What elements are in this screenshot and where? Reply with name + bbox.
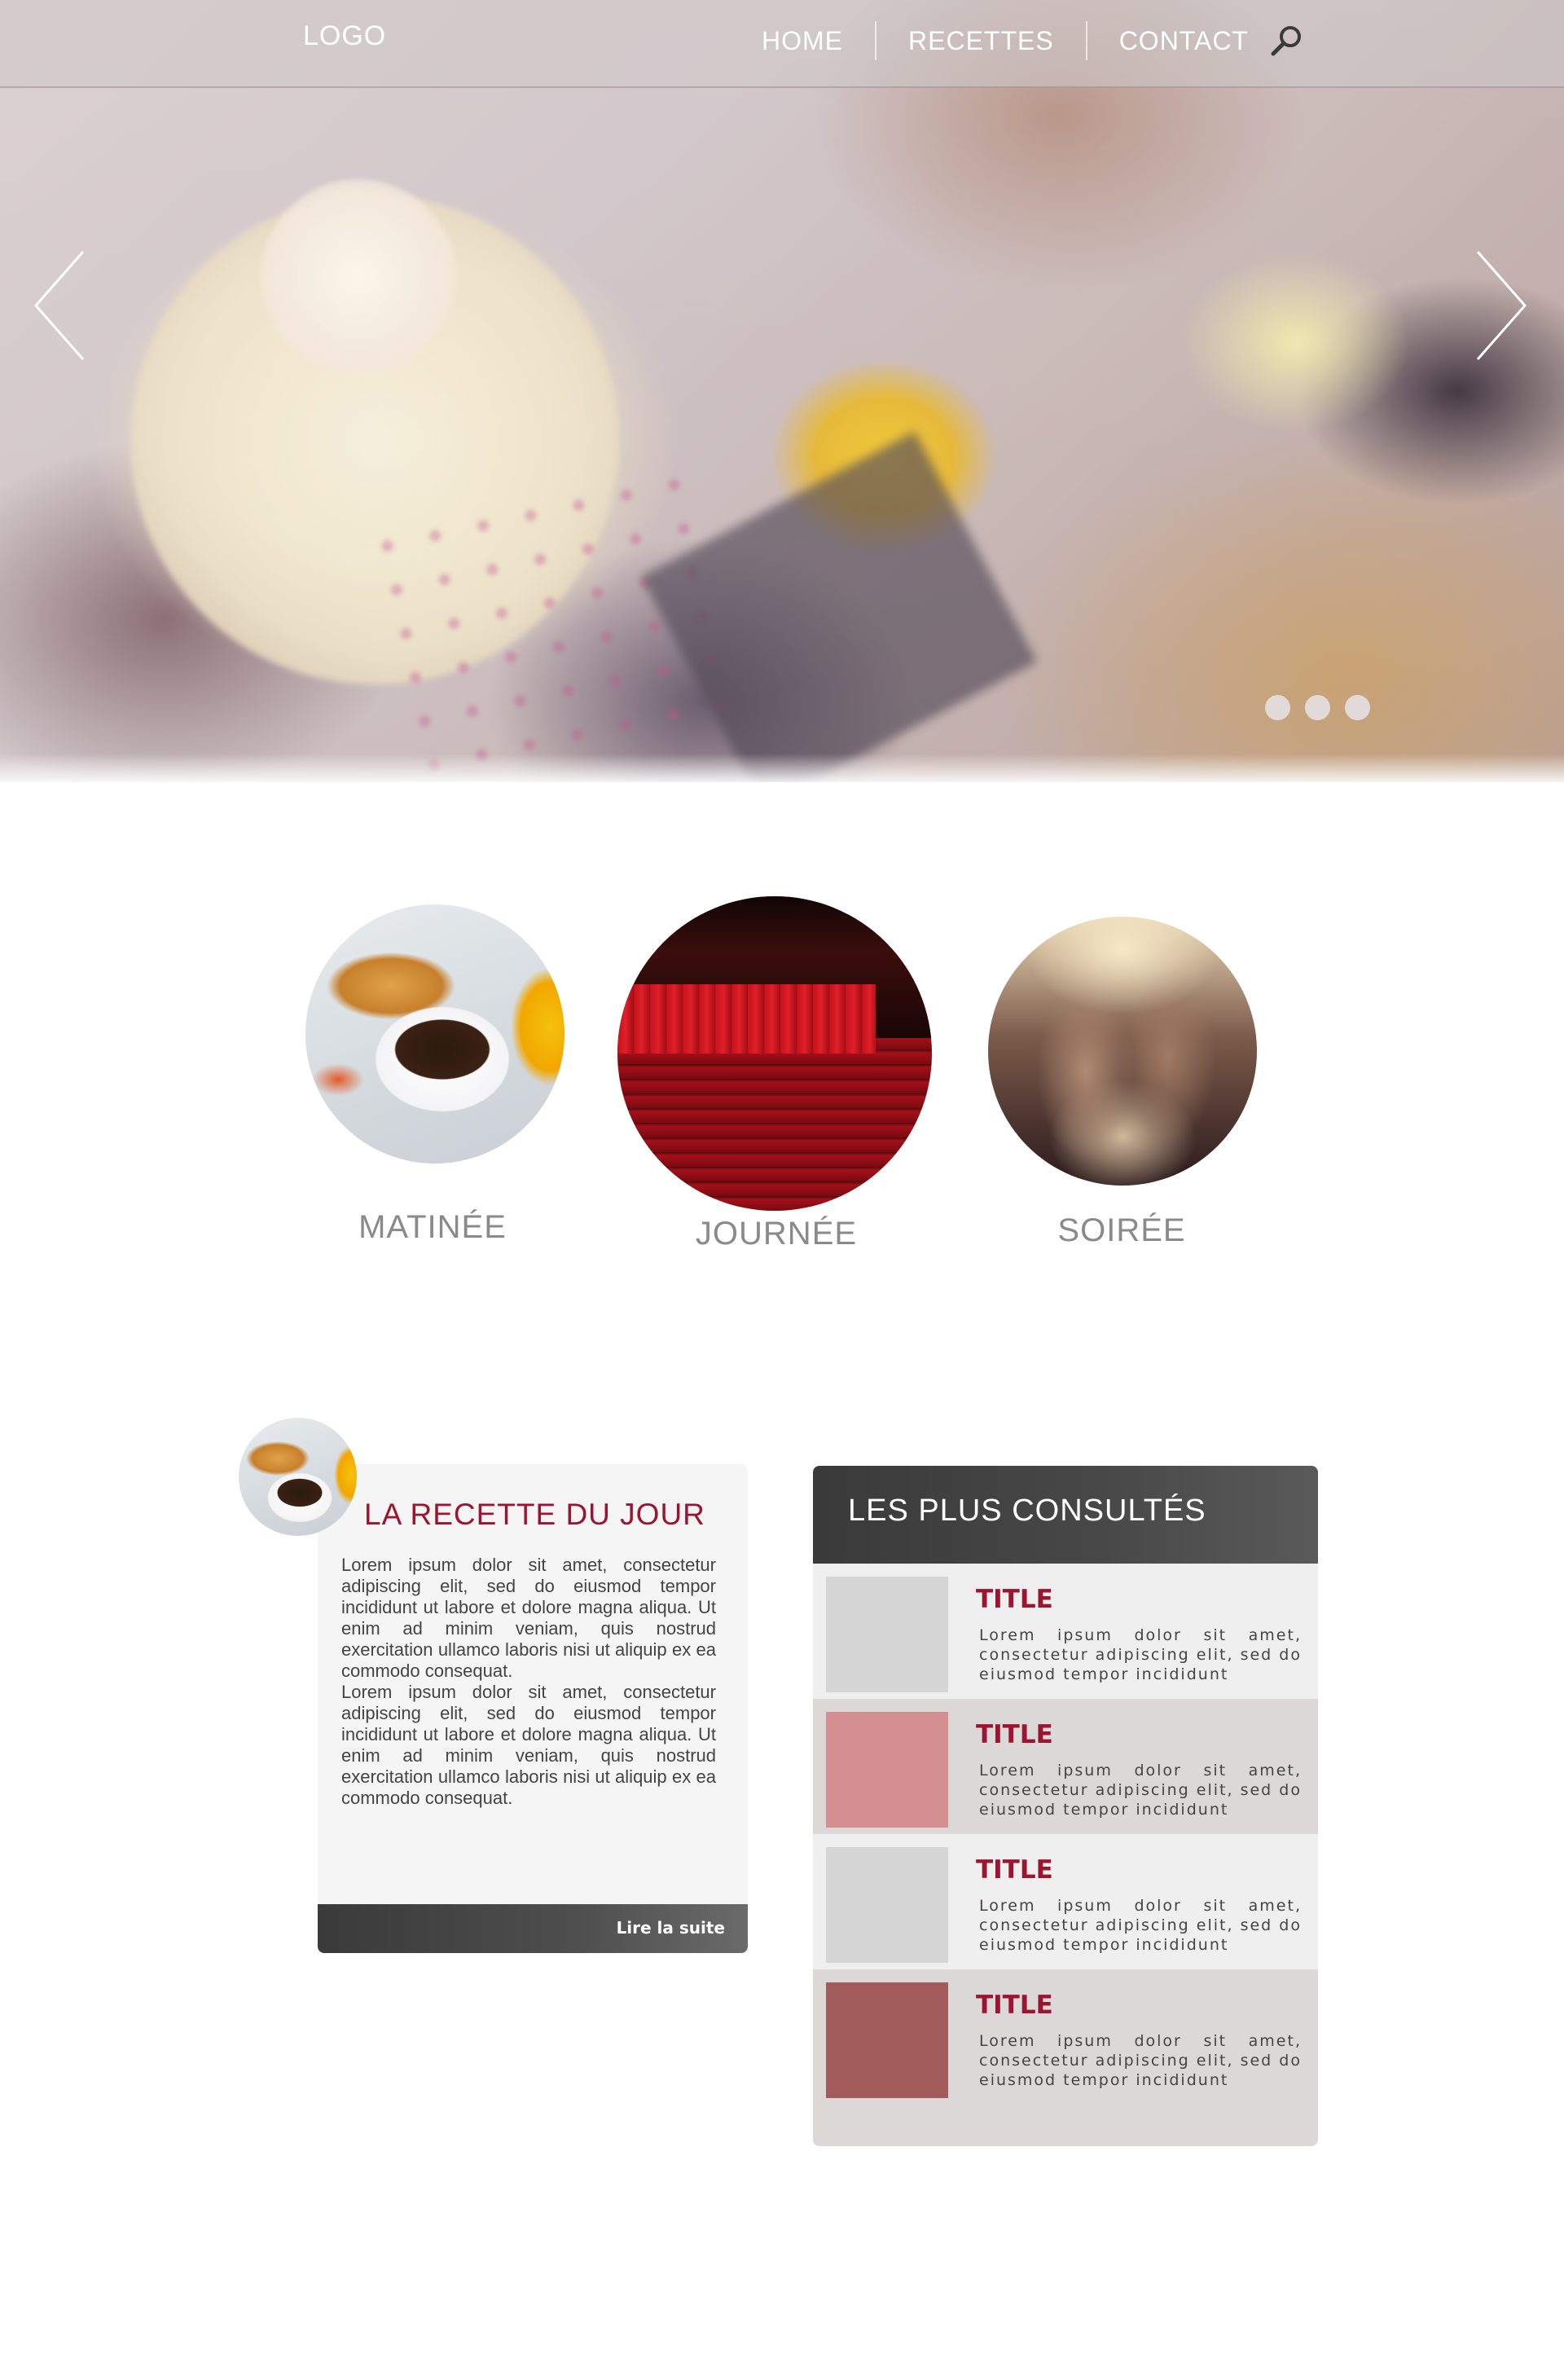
- hero-fade: [0, 754, 1564, 782]
- slider-dots: [1265, 695, 1370, 720]
- most-viewed-item[interactable]: TITLE Lorem ipsum dolor sit amet, consec…: [813, 1564, 1318, 1699]
- item-thumbnail: [826, 1577, 948, 1692]
- slider-dot-1[interactable]: [1265, 695, 1290, 720]
- logo[interactable]: LOGO: [303, 20, 386, 52]
- hero-slider: [0, 0, 1564, 782]
- item-thumbnail: [826, 1982, 948, 2098]
- top-navbar: LOGO HOME RECETTES CONTACT: [0, 0, 1564, 88]
- item-thumbnail: [826, 1712, 948, 1828]
- nav-item-home[interactable]: HOME: [762, 26, 843, 56]
- category-soiree-label[interactable]: SOIRÉE: [995, 1212, 1248, 1249]
- most-viewed-item[interactable]: TITLE Lorem ipsum dolor sit amet, consec…: [813, 1834, 1318, 1969]
- search-icon[interactable]: [1269, 23, 1305, 59]
- recipe-footer-bar: Lire la suite: [318, 1904, 748, 1953]
- recipe-text: Lorem ipsum dolor sit amet, consectetur …: [341, 1555, 716, 1809]
- item-title: TITLE: [976, 1855, 1053, 1885]
- slider-dot-3[interactable]: [1345, 695, 1370, 720]
- most-viewed-title: LES PLUS CONSULTÉS: [848, 1494, 1206, 1528]
- recipe-paragraph: Lorem ipsum dolor sit amet, consectetur …: [341, 1682, 716, 1808]
- item-title: TITLE: [976, 1991, 1053, 2020]
- recipe-title: LA RECETTE DU JOUR: [364, 1498, 705, 1531]
- main-nav: HOME RECETTES CONTACT: [762, 21, 1249, 60]
- item-text: Lorem ipsum dolor sit amet, consectetur …: [979, 1897, 1302, 1954]
- item-text: Lorem ipsum dolor sit amet, consectetur …: [979, 2032, 1302, 2089]
- read-more-link[interactable]: Lire la suite: [617, 1918, 725, 1938]
- most-viewed-header: LES PLUS CONSULTÉS: [813, 1466, 1318, 1564]
- most-viewed-item[interactable]: TITLE Lorem ipsum dolor sit amet, consec…: [813, 1699, 1318, 1834]
- most-viewed-item[interactable]: TITLE Lorem ipsum dolor sit amet, consec…: [813, 1969, 1318, 2146]
- recipe-thumbnail: [239, 1418, 357, 1536]
- nav-divider: [875, 21, 876, 60]
- item-title: TITLE: [976, 1585, 1053, 1614]
- item-text: Lorem ipsum dolor sit amet, consectetur …: [979, 1762, 1302, 1819]
- item-title: TITLE: [976, 1720, 1053, 1749]
- nav-item-contact[interactable]: CONTACT: [1119, 26, 1249, 56]
- chevron-left-icon[interactable]: [31, 249, 88, 363]
- slider-dot-2[interactable]: [1305, 695, 1330, 720]
- category-matinee-image[interactable]: [305, 904, 565, 1164]
- category-matinee-label[interactable]: MATINÉE: [306, 1209, 559, 1246]
- category-journee-label[interactable]: JOURNÉE: [650, 1216, 903, 1252]
- item-thumbnail: [826, 1847, 948, 1963]
- most-viewed-panel: LES PLUS CONSULTÉS TITLE Lorem ipsum dol…: [813, 1466, 1318, 2146]
- nav-item-recettes[interactable]: RECETTES: [908, 26, 1054, 56]
- category-soiree-image[interactable]: [988, 917, 1257, 1186]
- chevron-right-icon[interactable]: [1473, 249, 1530, 363]
- category-journee-image[interactable]: [617, 896, 932, 1211]
- item-text: Lorem ipsum dolor sit amet, consectetur …: [979, 1626, 1302, 1683]
- nav-divider: [1085, 21, 1087, 60]
- recipe-paragraph: Lorem ipsum dolor sit amet, consectetur …: [341, 1555, 716, 1681]
- hero-overlay: [0, 0, 1564, 782]
